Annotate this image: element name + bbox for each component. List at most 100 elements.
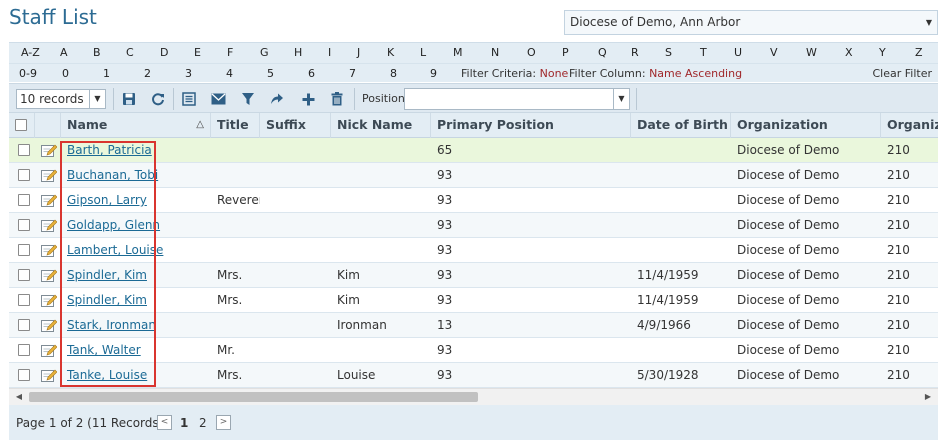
letter-filter-u[interactable]: U — [734, 46, 742, 59]
letter-filter-x[interactable]: X — [845, 46, 853, 59]
edit-icon[interactable] — [41, 343, 58, 358]
delete-button[interactable] — [327, 89, 347, 109]
staff-name-link[interactable]: Tank, Walter — [67, 343, 141, 357]
letter-filter-p[interactable]: P — [562, 46, 569, 59]
letter-filter-c[interactable]: C — [126, 46, 134, 59]
letter-filter-a[interactable]: A — [60, 46, 68, 59]
table-row[interactable]: Spindler, Kim Mrs. Kim 93 11/4/1959 Diocese o… — [9, 288, 938, 313]
table-row[interactable]: Tanke, Louise Mrs. Louise 93 5/30/1928 Dioces… — [9, 363, 938, 388]
letter-filter-d[interactable]: D — [160, 46, 168, 59]
table-row[interactable]: Buchanan, Tobi 93 Diocese of Demo 210 — [9, 163, 938, 188]
share-button[interactable] — [267, 89, 287, 109]
column-header-organization[interactable]: Organization — [731, 113, 881, 138]
row-checkbox[interactable] — [18, 344, 30, 356]
organization-select[interactable]: Diocese of Demo, Ann Arbor ▼ — [564, 10, 938, 35]
column-header-nick-name[interactable]: Nick Name — [331, 113, 431, 138]
email-button[interactable] — [208, 89, 228, 109]
column-header-organization-2[interactable]: Organiza — [881, 113, 938, 138]
digit-filter-9[interactable]: 9 — [430, 67, 437, 80]
digit-filter-4[interactable]: 4 — [226, 67, 233, 80]
digit-filter-2[interactable]: 2 — [144, 67, 151, 80]
digit-filter-7[interactable]: 7 — [349, 67, 356, 80]
staff-name-link[interactable]: Spindler, Kim — [67, 293, 147, 307]
row-checkbox[interactable] — [18, 169, 30, 181]
row-checkbox[interactable] — [18, 369, 30, 381]
letter-filter-g[interactable]: G — [260, 46, 269, 59]
letter-filter-m[interactable]: M — [453, 46, 463, 59]
letter-filter-r[interactable]: R — [631, 46, 639, 59]
previous-page-button[interactable]: < — [157, 415, 172, 430]
staff-name-link[interactable]: Tanke, Louise — [67, 368, 147, 382]
scroll-right-icon[interactable]: ▶ — [921, 389, 935, 405]
digit-filter-0[interactable]: 0 — [62, 67, 69, 80]
letter-filter-v[interactable]: V — [770, 46, 778, 59]
letter-filter-w[interactable]: W — [806, 46, 817, 59]
letter-filter-z[interactable]: Z — [915, 46, 923, 59]
digit-filter-6[interactable]: 6 — [308, 67, 315, 80]
letter-filter-e[interactable]: E — [194, 46, 201, 59]
digit-filter-8[interactable]: 8 — [390, 67, 397, 80]
digit-filter-1[interactable]: 1 — [103, 67, 110, 80]
edit-icon[interactable] — [41, 318, 58, 333]
clear-filter-link[interactable]: Clear Filter — [872, 67, 932, 80]
row-checkbox[interactable] — [18, 194, 30, 206]
staff-name-link[interactable]: Buchanan, Tobi — [67, 168, 158, 182]
letter-filter-i[interactable]: I — [328, 46, 331, 59]
table-row[interactable]: Stark, Ironman Ironman 13 4/9/1966 Diocese o… — [9, 313, 938, 338]
letter-filter-y[interactable]: Y — [879, 46, 886, 59]
list-view-button[interactable] — [179, 89, 199, 109]
scrollbar-thumb[interactable] — [29, 392, 478, 402]
table-row[interactable]: Lambert, Louise 93 Diocese of Demo 210 — [9, 238, 938, 263]
letter-filter-a-z[interactable]: A-Z — [21, 46, 40, 59]
select-all-checkbox[interactable] — [15, 119, 27, 131]
row-checkbox[interactable] — [18, 269, 30, 281]
table-row[interactable]: Tank, Walter Mr. 93 Diocese of Demo 210 — [9, 338, 938, 363]
staff-name-link[interactable]: Stark, Ironman — [67, 318, 156, 332]
page-2-link[interactable]: 2 — [199, 416, 207, 430]
add-button[interactable] — [298, 89, 318, 109]
letter-filter-j[interactable]: J — [357, 46, 360, 59]
column-header-primary-position[interactable]: Primary Position — [431, 113, 631, 138]
digit-filter-5[interactable]: 5 — [267, 67, 274, 80]
edit-icon[interactable] — [41, 218, 58, 233]
letter-filter-q[interactable]: Q — [598, 46, 607, 59]
table-row[interactable]: Barth, Patricia 65 Diocese of Demo 210 — [9, 138, 938, 163]
edit-icon[interactable] — [41, 243, 58, 258]
records-per-page-select[interactable]: 10 records ▼ — [16, 89, 106, 109]
letter-filter-s[interactable]: S — [665, 46, 672, 59]
letter-filter-l[interactable]: L — [420, 46, 426, 59]
digit-filter-3[interactable]: 3 — [185, 67, 192, 80]
letter-filter-h[interactable]: H — [294, 46, 302, 59]
column-header-name[interactable]: Name △ — [61, 113, 211, 138]
edit-icon[interactable] — [41, 193, 58, 208]
column-header-suffix[interactable]: Suffix — [260, 113, 331, 138]
letter-filter-t[interactable]: T — [700, 46, 707, 59]
edit-icon[interactable] — [41, 368, 58, 383]
digit-filter-0-9[interactable]: 0-9 — [19, 67, 37, 80]
staff-name-link[interactable]: Spindler, Kim — [67, 268, 147, 282]
staff-name-link[interactable]: Goldapp, Glenn — [67, 218, 160, 232]
column-header-date-of-birth[interactable]: Date of Birth — [631, 113, 731, 138]
letter-filter-n[interactable]: N — [491, 46, 499, 59]
row-checkbox[interactable] — [18, 144, 30, 156]
next-page-button[interactable]: > — [216, 415, 231, 430]
edit-icon[interactable] — [41, 268, 58, 283]
table-row[interactable]: Goldapp, Glenn 93 Diocese of Demo 210 — [9, 213, 938, 238]
row-checkbox[interactable] — [18, 219, 30, 231]
letter-filter-k[interactable]: K — [387, 46, 394, 59]
edit-icon[interactable] — [41, 293, 58, 308]
save-button[interactable] — [119, 89, 139, 109]
letter-filter-o[interactable]: O — [527, 46, 536, 59]
scroll-left-icon[interactable]: ◀ — [12, 389, 26, 405]
position-select[interactable]: ▼ — [404, 88, 630, 110]
column-header-title[interactable]: Title — [211, 113, 260, 138]
table-row[interactable]: Gipson, Larry Reveren 93 Diocese of Demo 210 — [9, 188, 938, 213]
letter-filter-b[interactable]: B — [93, 46, 101, 59]
letter-filter-f[interactable]: F — [227, 46, 233, 59]
edit-icon[interactable] — [41, 168, 58, 183]
row-checkbox[interactable] — [18, 244, 30, 256]
edit-icon[interactable] — [41, 143, 58, 158]
staff-name-link[interactable]: Barth, Patricia — [67, 143, 152, 157]
filter-button[interactable] — [238, 89, 258, 109]
row-checkbox[interactable] — [18, 294, 30, 306]
